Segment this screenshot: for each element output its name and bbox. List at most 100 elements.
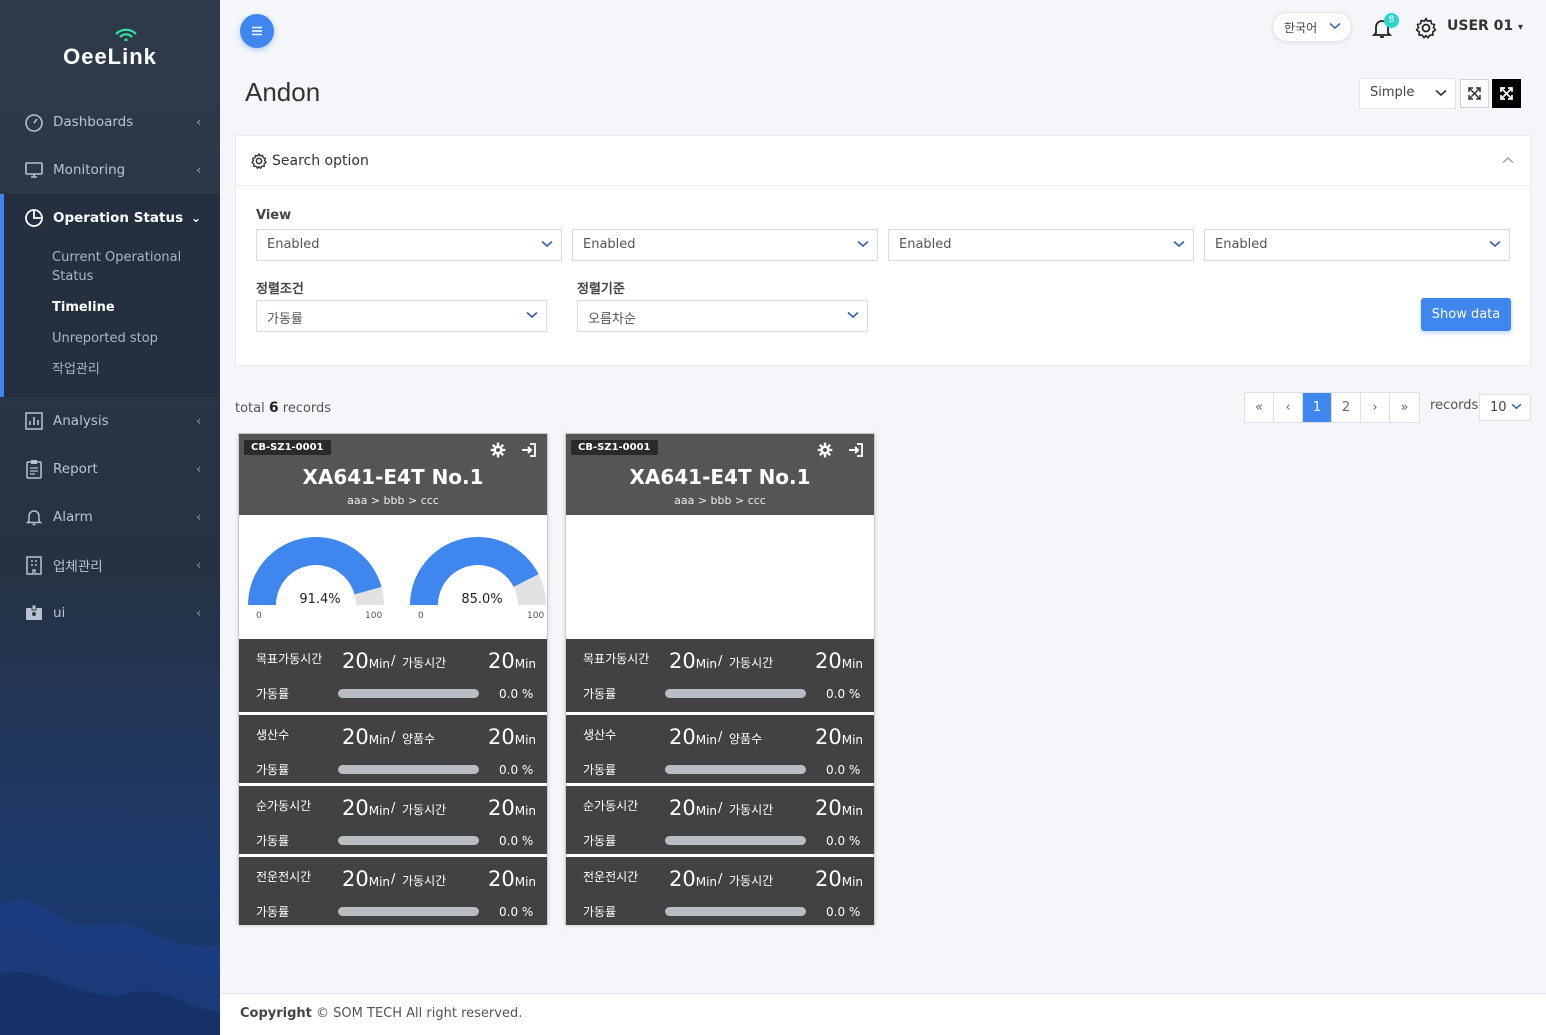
stat-label: 전운전시간 (256, 870, 312, 884)
building-icon (24, 555, 44, 575)
sidebar-item-ui[interactable]: ui ‹ (0, 589, 220, 637)
machine-title: XA641-E4T No.1 (302, 465, 484, 489)
bell-icon (24, 507, 44, 527)
gear-icon[interactable] (817, 442, 833, 458)
view-select-2[interactable]: Enabled (572, 229, 878, 261)
stat-unit: Min (841, 804, 864, 818)
next-page-button[interactable]: › (1361, 393, 1390, 422)
logo[interactable]: OeeLink (0, 28, 220, 70)
monitor-icon (24, 160, 44, 180)
rate-label: 가동률 (583, 834, 617, 848)
sidebar-subitem-unreported-stop[interactable]: Unreported stop (4, 323, 220, 354)
sidebar-item-dashboards[interactable]: Dashboards ‹ (0, 98, 220, 146)
user-menu[interactable]: USER 01 ▾ (1447, 18, 1523, 34)
footer-bold: Copyright (240, 1006, 312, 1021)
page-1-button[interactable]: 1 (1303, 393, 1332, 422)
last-page-button[interactable]: » (1390, 393, 1419, 422)
page-2-button[interactable]: 2 (1332, 393, 1361, 422)
sidebar-item-alarm[interactable]: Alarm ‹ (0, 493, 220, 541)
chevron-left-icon: ‹ (196, 462, 201, 476)
stat-number: 20 (342, 867, 369, 891)
stat-label-secondary: 가동시간 (729, 874, 774, 888)
fullscreen-button[interactable] (1492, 79, 1521, 108)
rate-label: 가동률 (583, 687, 617, 701)
stat-value-secondary: 20Min (815, 796, 863, 820)
stat-unit: Min (695, 875, 718, 889)
language-select[interactable]: 한국어 (1272, 12, 1352, 42)
chevron-down-icon (1489, 240, 1501, 248)
stat-number: 20 (342, 725, 369, 749)
stat-label-secondary: 가동시간 (402, 803, 447, 817)
stat-value-secondary: 20Min (488, 796, 536, 820)
view-select-1[interactable]: Enabled (256, 229, 562, 261)
stat-value: 20Min (669, 867, 717, 891)
stat-value: 20Min (342, 867, 390, 891)
search-option-title: Search option (272, 152, 369, 169)
sort-condition-value: 가동률 (267, 312, 303, 327)
chevron-up-icon[interactable] (1502, 156, 1514, 164)
chevron-left-icon: ‹ (196, 163, 201, 177)
stat-label: 생산수 (256, 728, 290, 742)
stat-number: 20 (488, 867, 515, 891)
gauge-min: 0 (418, 611, 424, 621)
stat-unit: Min (514, 804, 537, 818)
chevron-down-icon (1329, 22, 1341, 30)
stat-label-secondary: 양품수 (729, 732, 763, 746)
sidebar-subitem-work-management[interactable]: 작업관리 (4, 354, 220, 385)
sidebar-subitem-current-status[interactable]: Current Operational Status (4, 242, 220, 292)
sidebar-item-label: Operation Status (53, 210, 184, 226)
chevron-down-icon (857, 240, 869, 248)
logo-text: OeeLink (63, 44, 157, 69)
rate-label: 가동률 (583, 905, 617, 919)
sort-order-select[interactable]: 오름차순 (577, 300, 868, 332)
language-value: 한국어 (1284, 20, 1318, 35)
stat-separator: / (718, 801, 723, 816)
stat-row: 순가동시간 20Min / 가동시간 20Min 가동률 0.0 % (239, 783, 547, 854)
stat-label: 순가동시간 (583, 799, 639, 813)
sidebar-item-analysis[interactable]: Analysis ‹ (0, 397, 220, 445)
sort-condition-select[interactable]: 가동률 (256, 300, 547, 332)
gauge-value: 91.4% (299, 592, 341, 607)
rate-progress-bar (338, 765, 479, 774)
expand-button[interactable] (1460, 79, 1489, 108)
gauge-max: 100 (365, 611, 383, 621)
sidebar-item-label: ui (53, 605, 66, 621)
menu-toggle-button[interactable] (240, 14, 274, 48)
stat-separator: / (391, 801, 396, 816)
stat-unit: Min (841, 657, 864, 671)
view-select-value: Enabled (583, 237, 636, 252)
show-data-button[interactable]: Show data (1421, 298, 1511, 331)
total-records: total 6 records (235, 400, 331, 416)
rate-label: 가동률 (583, 763, 617, 777)
sidebar-item-report[interactable]: Report ‹ (0, 445, 220, 493)
view-select-3[interactable]: Enabled (888, 229, 1194, 261)
rate-percent: 0.0 % (826, 763, 861, 777)
stat-value-secondary: 20Min (488, 867, 536, 891)
view-mode-select[interactable]: Simple (1359, 78, 1456, 109)
rate-progress-bar (665, 765, 806, 774)
sidebar-item-company[interactable]: 업체관리 ‹ (0, 541, 220, 589)
stat-value: 20Min (669, 649, 717, 673)
sign-in-icon[interactable] (848, 442, 864, 458)
sidebar-item-monitoring[interactable]: Monitoring ‹ (0, 146, 220, 194)
sidebar-item-label: Alarm (53, 509, 93, 525)
sign-in-icon[interactable] (521, 442, 537, 458)
page-title: Andon (245, 77, 321, 107)
search-option-header[interactable]: Search option (236, 136, 1530, 186)
per-page-select[interactable]: 10 (1479, 394, 1531, 421)
gear-icon[interactable] (490, 442, 506, 458)
view-select-value: Enabled (899, 237, 952, 252)
rate-label: 가동률 (256, 687, 290, 701)
prev-page-button[interactable]: ‹ (1274, 393, 1303, 422)
sidebar-subitem-timeline[interactable]: Timeline (4, 292, 220, 323)
first-page-button[interactable]: « (1245, 393, 1274, 422)
sidebar-item-operation-status[interactable]: Operation Status ⌄ (4, 194, 220, 242)
sort-order-value: 오름차순 (588, 312, 636, 327)
rate-percent: 0.0 % (499, 687, 534, 701)
chevron-left-icon: ‹ (196, 606, 201, 620)
settings-gear-icon[interactable] (1414, 16, 1438, 40)
sidebar-item-label: 업체관리 (53, 559, 103, 575)
stat-label-secondary: 가동시간 (729, 656, 774, 670)
stat-label: 생산수 (583, 728, 617, 742)
view-select-4[interactable]: Enabled (1204, 229, 1510, 261)
